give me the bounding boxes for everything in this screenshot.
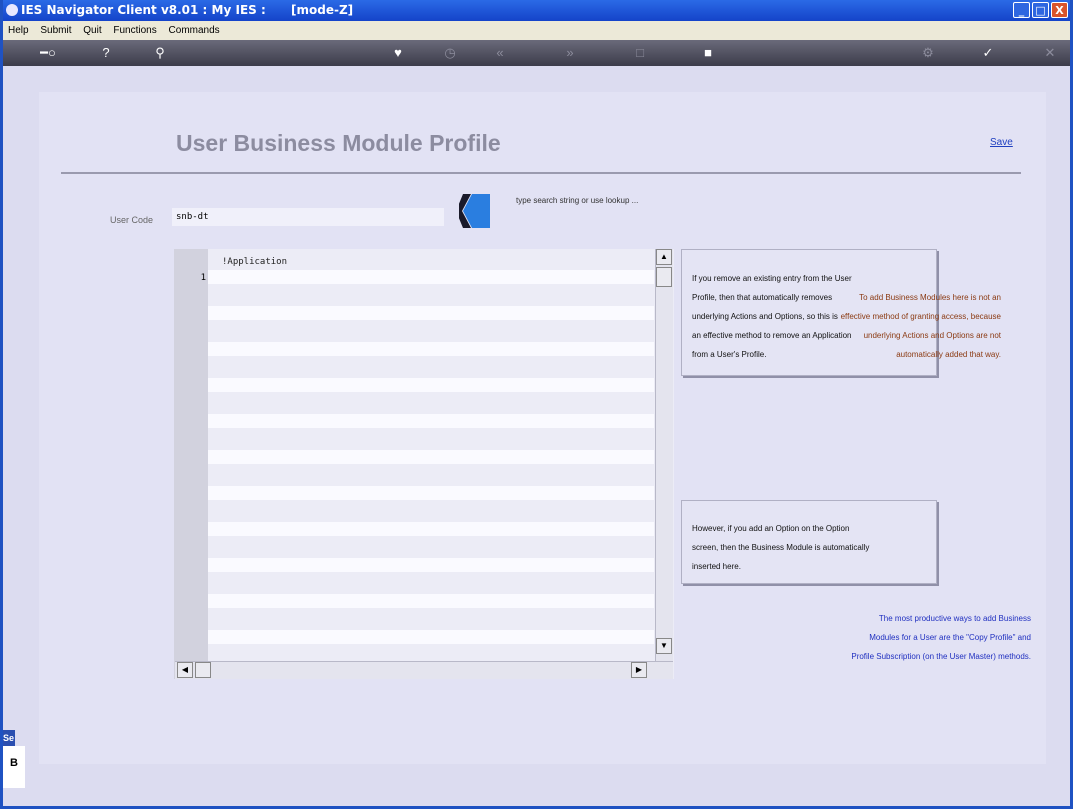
search-icon[interactable]: ⚲ <box>149 43 171 63</box>
note-line: However, if you add an Option on the Opt… <box>692 524 850 533</box>
search-hint: type search string or use lookup ... <box>516 196 639 205</box>
menu-submit[interactable]: Submit <box>40 25 71 36</box>
user-code-input[interactable]: snb-dt <box>172 208 444 226</box>
key-icon[interactable]: ━○ <box>31 43 65 63</box>
table-row[interactable] <box>208 594 654 608</box>
toolbar: ━○ ? ⚲ ♥ ◷ « » □ ■ ⚙ ✓ ✕ <box>3 40 1070 66</box>
title-divider <box>61 172 1021 174</box>
note-line: Profile Subscription (on the User Master… <box>851 652 1031 661</box>
table-row[interactable] <box>208 414 654 428</box>
menu-commands[interactable]: Commands <box>169 25 220 36</box>
vertical-scrollbar[interactable]: ▲ ▼ <box>655 249 673 670</box>
menu-bar: Help Submit Quit Functions Commands <box>3 21 1070 40</box>
table-row[interactable] <box>208 306 654 320</box>
save-link[interactable]: Save <box>990 137 1013 148</box>
note-line: If you remove an existing entry from the… <box>692 274 852 283</box>
table-row[interactable] <box>208 378 654 392</box>
settings-icon[interactable]: ⚙ <box>917 43 939 63</box>
scroll-thumb[interactable] <box>656 267 672 287</box>
note-line: underlying Actions and Options are not <box>863 331 1001 340</box>
check-icon[interactable]: ✓ <box>977 43 999 63</box>
note-line: To add Business Modules here is not an <box>859 293 1001 302</box>
table-row[interactable] <box>208 630 654 644</box>
side-stub-value: B <box>3 746 25 788</box>
application-grid[interactable]: 1 !Application <box>174 249 674 679</box>
note-line: The most productive ways to add Business <box>878 614 1031 623</box>
stop-icon[interactable]: □ <box>629 43 651 63</box>
row-number: 1 <box>200 273 206 283</box>
note-productive-ways: The most productive ways to add Business… <box>681 609 1031 666</box>
column-header: !Application <box>222 257 288 267</box>
note-line: inserted here. <box>692 562 741 571</box>
minimize-button[interactable]: _ <box>1013 2 1030 18</box>
window-mode: [mode-Z] <box>291 3 354 17</box>
heart-icon[interactable]: ♥ <box>387 43 409 63</box>
table-row[interactable] <box>208 558 654 572</box>
rewind-icon[interactable]: « <box>489 43 511 63</box>
scroll-right-icon[interactable]: ▶ <box>631 662 647 678</box>
menu-quit[interactable]: Quit <box>83 25 101 36</box>
scroll-left-icon[interactable]: ◀ <box>177 662 193 678</box>
page-title: User Business Module Profile <box>176 130 501 156</box>
app-window: IES Navigator Client v8.01 : My IES : [m… <box>0 0 1073 809</box>
row-gutter: 1 <box>174 249 208 679</box>
table-row[interactable] <box>208 486 654 500</box>
hscroll-thumb[interactable] <box>195 662 211 678</box>
user-code-label: User Code <box>110 215 154 225</box>
table-row[interactable] <box>208 522 654 536</box>
scroll-down-icon[interactable]: ▼ <box>656 638 672 654</box>
forward-icon[interactable]: » <box>559 43 581 63</box>
help-icon[interactable]: ? <box>95 43 117 63</box>
note-add-modules: To add Business Modules here is not an e… <box>681 288 1001 364</box>
table-row[interactable] <box>208 342 654 356</box>
title-bar: IES Navigator Client v8.01 : My IES : [m… <box>3 0 1070 21</box>
note-line: Modules for a User are the "Copy Profile… <box>869 633 1031 642</box>
window-title: IES Navigator Client v8.01 : My IES : <box>21 3 266 17</box>
maximize-button[interactable]: □ <box>1032 2 1049 18</box>
close-button[interactable]: X <box>1051 2 1068 18</box>
table-row[interactable] <box>208 270 654 284</box>
square-icon[interactable]: ■ <box>697 43 719 63</box>
lookup-arrow-icon[interactable] <box>459 192 491 230</box>
menu-help[interactable]: Help <box>8 25 29 36</box>
horizontal-scrollbar[interactable]: ◀ ▶ <box>175 661 673 679</box>
note-line: screen, then the Business Module is auto… <box>692 543 870 552</box>
clock-icon[interactable]: ◷ <box>439 43 461 63</box>
side-stub-label: Se <box>3 730 15 746</box>
scroll-up-icon[interactable]: ▲ <box>656 249 672 265</box>
table-row[interactable] <box>208 450 654 464</box>
side-panel-stub[interactable]: Se B <box>3 720 35 788</box>
note-line: automatically added that way. <box>896 350 1001 359</box>
note-line: effective method of granting access, bec… <box>840 312 1001 321</box>
main-panel: User Business Module Profile Save type s… <box>39 92 1046 764</box>
note-add-option: However, if you add an Option on the Opt… <box>681 500 937 584</box>
menu-functions[interactable]: Functions <box>113 25 156 36</box>
close-icon[interactable]: ✕ <box>1039 43 1061 63</box>
app-icon <box>6 4 18 16</box>
